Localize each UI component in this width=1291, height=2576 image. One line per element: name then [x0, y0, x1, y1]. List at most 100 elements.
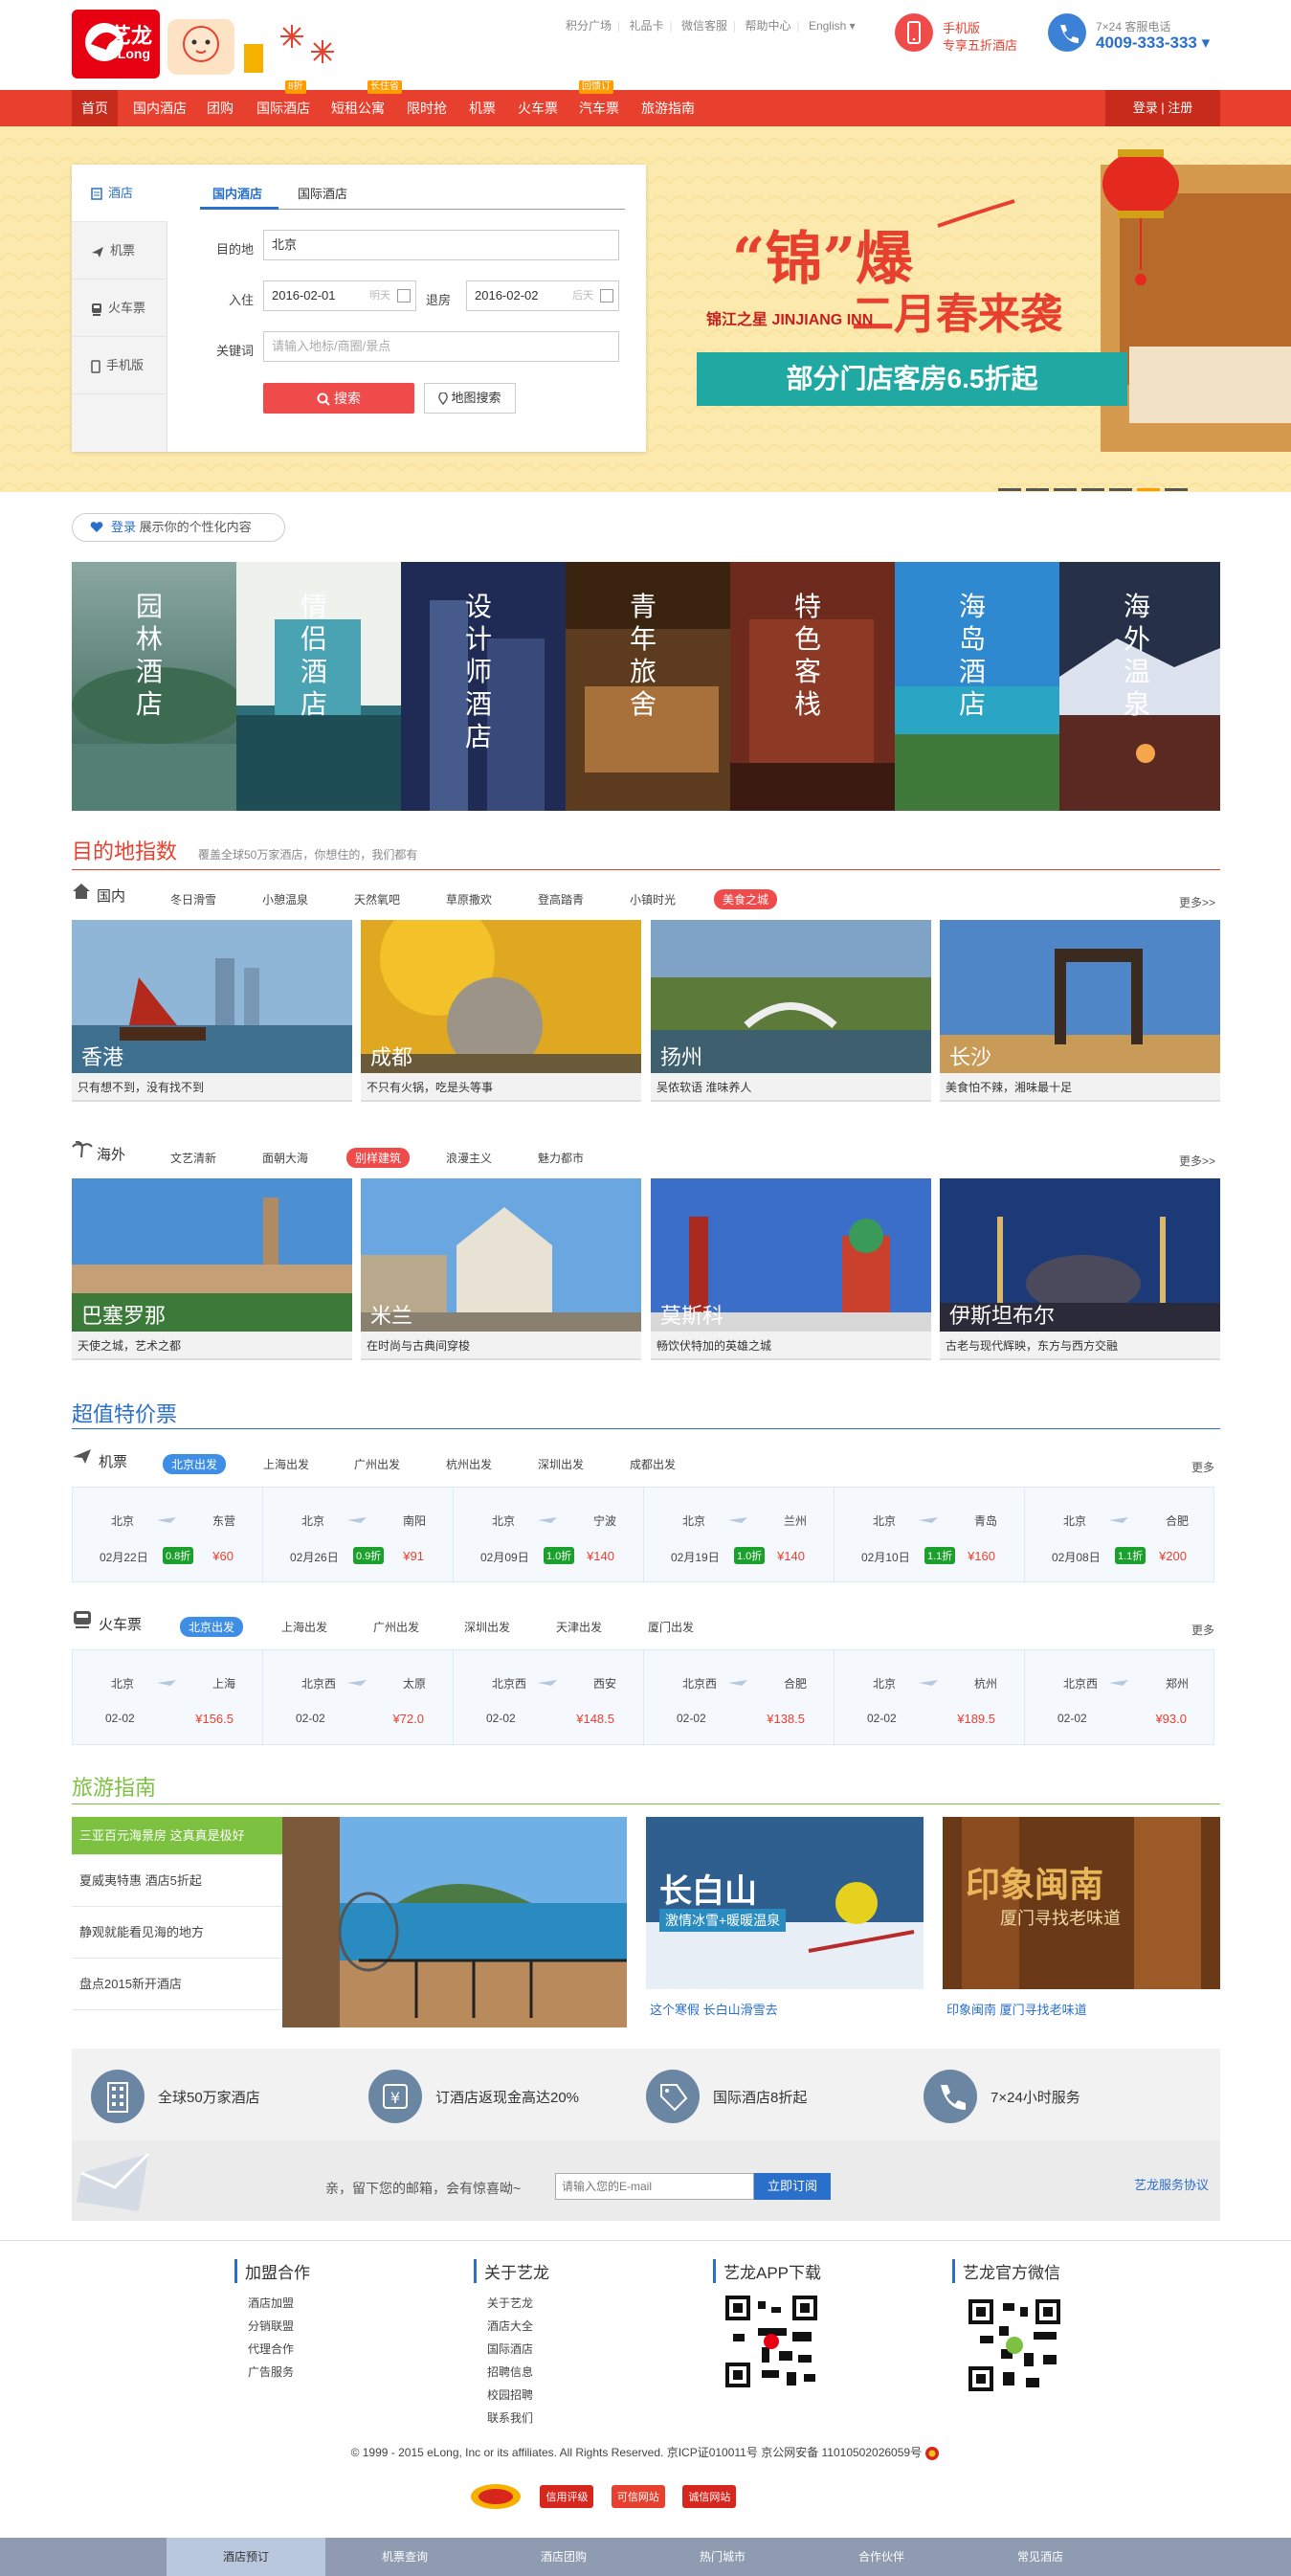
- carousel-dot[interactable]: [998, 488, 1021, 491]
- theme-hostel[interactable]: 青年旅舍: [566, 562, 730, 811]
- bottom-tab[interactable]: 酒店预订: [167, 2538, 325, 2576]
- subtab-domestic-hotel[interactable]: 国内酒店: [212, 184, 262, 202]
- domestic-tab[interactable]: 小镇时光: [630, 891, 676, 907]
- nav-home[interactable]: 首页: [72, 90, 118, 126]
- nav-intl-hotel[interactable]: 8折 国际酒店: [247, 80, 320, 126]
- flight-tab[interactable]: 深圳出发: [538, 1456, 584, 1472]
- overseas-more-link[interactable]: 更多>>: [1179, 1153, 1215, 1169]
- domestic-more-link[interactable]: 更多>>: [1179, 894, 1215, 910]
- tab-mobile[interactable]: 手机版: [72, 337, 167, 394]
- tab-hotel[interactable]: 酒店: [72, 165, 167, 222]
- checkout-date-input[interactable]: 2016-02-02 后天: [466, 280, 619, 311]
- trains-more-link[interactable]: 更多: [1191, 1622, 1214, 1638]
- carousel-dot[interactable]: [1109, 488, 1132, 491]
- carousel-dot[interactable]: [1137, 488, 1160, 491]
- dest-card-chengdu[interactable]: 成都 不只有火锅，吃是头等事: [361, 920, 641, 1111]
- elong-logo[interactable]: 艺龙 eLong: [72, 6, 359, 86]
- carousel-dot[interactable]: [1054, 488, 1077, 491]
- keyword-input[interactable]: 请输入地标/商圈/景点: [263, 331, 619, 362]
- train-tab-active[interactable]: 北京出发: [180, 1617, 244, 1637]
- nav-apartment[interactable]: 长住省 短租公寓: [322, 80, 402, 126]
- flight-tab[interactable]: 杭州出发: [446, 1456, 492, 1472]
- email-input[interactable]: 请输入您的E-mail: [555, 2173, 754, 2200]
- flight-tab[interactable]: 上海出发: [263, 1456, 309, 1472]
- domestic-tab-active[interactable]: 美食之城: [714, 889, 778, 909]
- bottom-tab[interactable]: 热门城市: [643, 2538, 802, 2576]
- dest-card-changsha[interactable]: 长沙 美食怕不辣，湘味最十足: [940, 920, 1220, 1111]
- map-search-button[interactable]: 地图搜索: [424, 383, 516, 414]
- trust-badge[interactable]: 信用评级: [540, 2485, 594, 2509]
- train-deal[interactable]: 北京 杭州 02-02 ¥189.5: [835, 1650, 1025, 1746]
- dest-card-yangzhou[interactable]: 扬州 吴侬软语 淮味养人: [651, 920, 931, 1111]
- guide-card-caption[interactable]: 这个寒假 长白山滑雪去: [650, 2000, 778, 2018]
- dest-card-milan[interactable]: 米兰 在时尚与古典间穿梭: [361, 1178, 641, 1370]
- flight-tab[interactable]: 广州出发: [354, 1456, 400, 1472]
- carousel-dot[interactable]: [1165, 488, 1188, 491]
- login-register[interactable]: 登录 | 注册: [1105, 90, 1220, 126]
- cnnic-badge-icon[interactable]: [469, 2482, 523, 2511]
- footer-link[interactable]: 分销联盟: [234, 2318, 310, 2335]
- flight-tab[interactable]: 成都出发: [630, 1456, 676, 1472]
- promo-ribbon[interactable]: 部分门店客房6.5折起: [697, 352, 1127, 406]
- overseas-tab[interactable]: 面朝大海: [262, 1150, 308, 1166]
- top-link-wechat-service[interactable]: 微信客服: [681, 19, 727, 33]
- train-tab[interactable]: 天津出发: [556, 1619, 602, 1635]
- carousel-dot[interactable]: [1081, 488, 1104, 491]
- footer-link[interactable]: 代理合作: [234, 2341, 310, 2358]
- domestic-tab[interactable]: 天然氧吧: [354, 891, 400, 907]
- guide-item[interactable]: 静观就能看见海的地方: [72, 1907, 282, 1959]
- footer-link[interactable]: 招聘信息: [474, 2363, 549, 2381]
- flights-more-link[interactable]: 更多: [1191, 1459, 1214, 1475]
- train-deal[interactable]: 北京西 合肥 02-02 ¥138.5: [644, 1650, 835, 1746]
- guide-item[interactable]: 三亚百元海景房 这真真是极好: [72, 1817, 282, 1855]
- nav-travel-guide[interactable]: 旅游指南: [632, 90, 704, 126]
- flight-deal[interactable]: 北京 合肥 02月08日 1.1折 ¥200: [1025, 1488, 1215, 1583]
- nav-flights[interactable]: 机票: [459, 90, 505, 126]
- footer-link[interactable]: 酒店大全: [474, 2318, 549, 2335]
- flight-deal[interactable]: 北京 南阳 02月26日 0.9折 ¥91: [263, 1488, 454, 1583]
- guide-card-changbaishan[interactable]: 长白山 激情冰雪+暖暖温泉: [646, 1817, 924, 1989]
- overseas-tab-active[interactable]: 别样建筑: [346, 1148, 411, 1168]
- guide-card-caption[interactable]: 印象闽南 厦门寻找老味道: [946, 2000, 1087, 2018]
- bottom-tab[interactable]: 常见酒店: [961, 2538, 1120, 2576]
- hotline-number[interactable]: 4009-333-333 ▾: [1096, 34, 1210, 53]
- footer-link[interactable]: 酒店加盟: [234, 2295, 310, 2312]
- flight-tab-active[interactable]: 北京出发: [163, 1454, 227, 1474]
- dest-card-hongkong[interactable]: 香港 只有想不到，没有找不到: [72, 920, 352, 1111]
- guide-item[interactable]: 夏威夷特惠 酒店5折起: [72, 1855, 282, 1907]
- footer-link[interactable]: 关于艺龙: [474, 2295, 549, 2312]
- trust-badge[interactable]: 可信网站: [611, 2485, 665, 2509]
- theme-garden[interactable]: 园林酒店: [72, 562, 236, 811]
- dest-card-moscow[interactable]: 莫斯科 畅饮伏特加的英雄之城: [651, 1178, 931, 1370]
- domestic-tab[interactable]: 草原撒欢: [446, 891, 492, 907]
- theme-inn[interactable]: 特色客栈: [730, 562, 895, 811]
- flight-deal[interactable]: 北京 东营 02月22日 0.8折 ¥60: [73, 1488, 263, 1583]
- top-link-help[interactable]: 帮助中心: [745, 19, 790, 33]
- tab-flight[interactable]: 机票: [72, 222, 167, 280]
- guide-featured-image[interactable]: [282, 1817, 627, 2027]
- nav-train[interactable]: 火车票: [508, 90, 568, 126]
- nav-bus[interactable]: 回馈订 汽车票: [569, 80, 629, 126]
- theme-designer[interactable]: 设计师酒店: [401, 562, 566, 811]
- domestic-tab[interactable]: 冬日滑雪: [170, 891, 216, 907]
- train-deal[interactable]: 北京西 郑州 02-02 ¥93.0: [1025, 1650, 1215, 1746]
- bottom-tab[interactable]: 酒店团购: [484, 2538, 643, 2576]
- nav-flash-sale[interactable]: 限时抢: [397, 90, 456, 126]
- domestic-tab[interactable]: 登高踏青: [538, 891, 584, 907]
- destination-input[interactable]: 北京: [263, 230, 619, 260]
- flight-deal[interactable]: 北京 兰州 02月19日 1.0折 ¥140: [644, 1488, 835, 1583]
- subtab-intl-hotel[interactable]: 国际酒店: [298, 184, 347, 202]
- bottom-tab[interactable]: 合作伙伴: [802, 2538, 961, 2576]
- train-deal[interactable]: 北京西 太原 02-02 ¥72.0: [263, 1650, 454, 1746]
- bottom-tab[interactable]: 机票查询: [325, 2538, 484, 2576]
- train-deal[interactable]: 北京西 西安 02-02 ¥148.5: [454, 1650, 644, 1746]
- domestic-tab[interactable]: 小憩温泉: [262, 891, 308, 907]
- guide-card-minnan[interactable]: 印象闽南 厦门寻找老味道: [943, 1817, 1220, 1989]
- personal-login-link[interactable]: 登录: [111, 520, 136, 534]
- carousel-dot[interactable]: [1026, 488, 1049, 491]
- footer-link[interactable]: 校园招聘: [474, 2386, 549, 2404]
- train-tab[interactable]: 广州出发: [373, 1619, 419, 1635]
- search-button[interactable]: 搜索: [263, 383, 414, 414]
- language-dropdown[interactable]: English ▾: [809, 19, 856, 33]
- trust-badge[interactable]: 诚信网站: [682, 2485, 737, 2509]
